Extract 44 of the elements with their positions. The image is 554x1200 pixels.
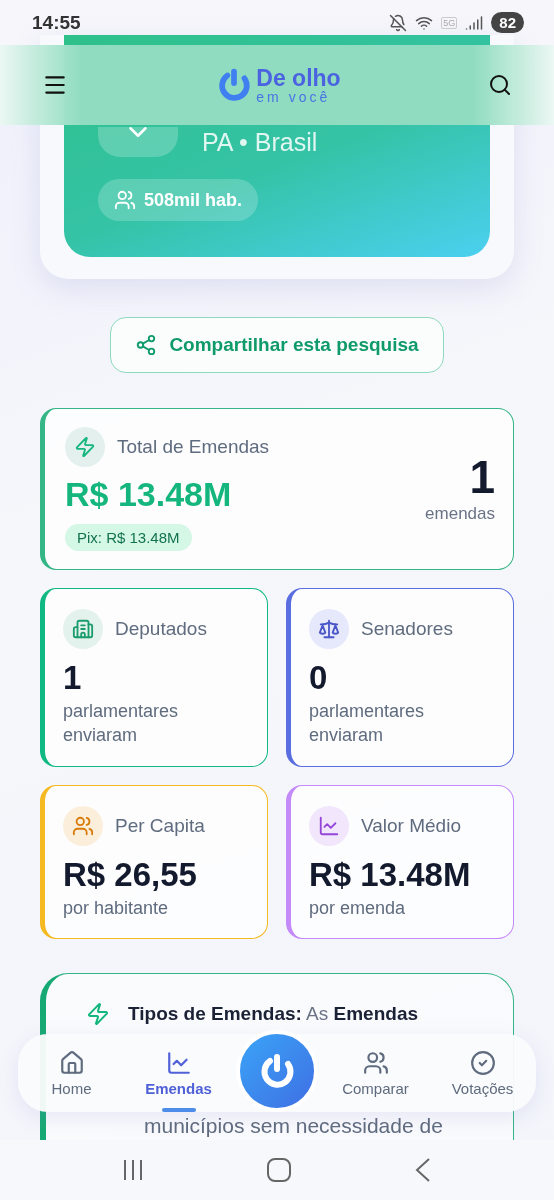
total-value: R$ 13.48M	[65, 475, 232, 514]
line-chart-icon	[309, 805, 349, 846]
stat-caption: parlamentares enviaram	[309, 700, 426, 748]
info-text: municípios sem necessidade de	[144, 1114, 444, 1137]
network-label: 5G	[441, 16, 458, 29]
count-value: 1	[469, 454, 495, 500]
info-heading: Tipos de Emendas: As Emendas	[128, 1002, 419, 1025]
users-icon	[63, 805, 103, 846]
lightning-icon	[86, 1001, 110, 1026]
logo-title: De olho	[256, 66, 341, 90]
stat-caption: parlamentares enviaram	[63, 700, 180, 748]
battery-indicator: 82	[491, 12, 524, 33]
region-text: PA • Brasil	[202, 128, 318, 157]
stat-value: 1	[63, 659, 83, 697]
card-title: Deputados	[115, 618, 207, 640]
count-label: emendas	[425, 504, 495, 524]
stat-value: 0	[309, 659, 329, 697]
signal-icon	[465, 13, 484, 32]
stat-value: R$ 26,55	[63, 855, 198, 894]
building-icon	[63, 609, 103, 649]
pix-badge: Pix: R$ 13.48M	[65, 524, 192, 551]
share-icon	[135, 334, 158, 356]
nav-tab[interactable]: Home	[18, 1034, 125, 1112]
card-title: Valor Médio	[361, 814, 461, 837]
status-time: 14:55	[32, 11, 81, 34]
share-button[interactable]: Compartilhar esta pesquisa	[110, 317, 444, 373]
users-icon	[362, 1049, 389, 1076]
card-title: Per Capita	[115, 814, 205, 837]
logo-subtitle: em você	[256, 89, 332, 104]
line-chart-icon	[165, 1049, 192, 1076]
card-title: Senadores	[361, 618, 453, 640]
home-icon	[58, 1049, 85, 1076]
check-circle-icon	[469, 1049, 496, 1076]
nav-tab[interactable]: Comparar	[322, 1034, 429, 1112]
stat-caption: por habitante	[63, 896, 170, 920]
population-badge: 508mil hab.	[98, 179, 259, 221]
nav-tab[interactable]: Votações	[429, 1034, 536, 1112]
nav-tab[interactable]: Emendas	[125, 1034, 232, 1112]
mute-icon	[389, 13, 408, 32]
scale-icon	[309, 609, 349, 649]
card-title: Total de Emendas	[117, 436, 270, 458]
stat-caption: por emenda	[309, 896, 407, 920]
stat-value: R$ 13.48M	[309, 855, 472, 894]
lightning-icon	[65, 427, 105, 467]
